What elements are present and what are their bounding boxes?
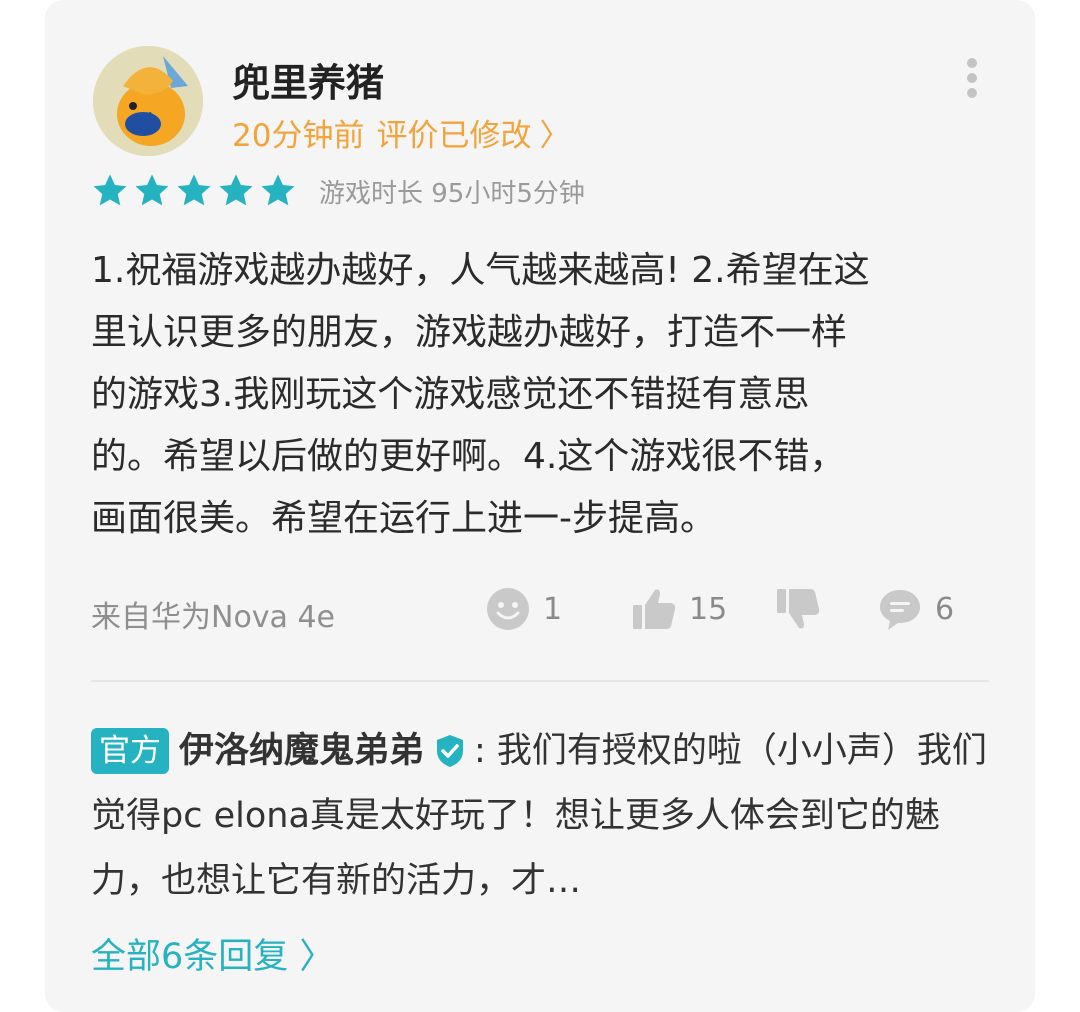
star-icon	[135, 174, 169, 206]
all-replies-label: 全部6条回复	[91, 937, 289, 977]
more-vert-icon[interactable]	[961, 58, 983, 102]
review-text: 1.祝福游戏越办越好，人气越来越高! 2.希望在这 里认识更多的朋友，游戏越办越…	[91, 250, 870, 539]
comment-count: 6	[935, 591, 955, 627]
rating-row: 游戏时长 95小时5分钟	[91, 172, 585, 210]
star-icon	[219, 174, 253, 206]
emoji-count: 1	[543, 591, 563, 627]
star-icon	[93, 174, 127, 206]
divider	[91, 680, 989, 682]
official-badge: 官方	[91, 728, 169, 774]
user-avatar[interactable]	[93, 46, 203, 156]
action-bar: 来自华为Nova 4e 1 15 6	[91, 582, 991, 642]
verified-icon	[437, 735, 464, 767]
official-reply[interactable]: 官方 伊洛纳魔鬼弟弟 : 我们有授权的啦（小小声）我们觉得pc elona真是太好…	[91, 718, 991, 913]
thumbs-down-icon	[777, 589, 820, 629]
star-icon	[177, 174, 211, 206]
review-card: 兜里养猪 20分钟前 评价已修改 〉 游戏时长 95小时5分钟 1.祝福游戏越办…	[45, 0, 1035, 1012]
time-ago: 20分钟前	[232, 118, 365, 154]
star-rating	[91, 172, 301, 210]
chevron-right-icon: 〉	[539, 118, 571, 154]
comment-icon	[880, 590, 920, 630]
emoji-icon	[487, 588, 529, 630]
dislike-button[interactable]	[775, 586, 833, 632]
edited-label: 评价已修改	[376, 118, 532, 154]
all-replies-link[interactable]: 全部6条回复 〉	[91, 928, 334, 979]
like-button[interactable]: 15	[631, 586, 727, 632]
thumbs-up-icon	[633, 589, 676, 629]
like-count: 15	[689, 591, 728, 627]
star-icon	[261, 174, 295, 206]
device-source: 来自华为Nova 4e	[91, 600, 336, 635]
emoji-reaction-button[interactable]: 1	[485, 586, 562, 632]
review-timestamp[interactable]: 20分钟前 评价已修改 〉	[232, 110, 570, 155]
replier-name[interactable]: 伊洛纳魔鬼弟弟	[179, 731, 424, 771]
avatar-image	[93, 46, 203, 156]
playtime: 游戏时长 95小时5分钟	[319, 178, 585, 209]
comment-button[interactable]: 6	[877, 586, 954, 632]
username[interactable]: 兜里养猪	[232, 52, 384, 107]
chevron-right-icon: 〉	[299, 937, 335, 977]
